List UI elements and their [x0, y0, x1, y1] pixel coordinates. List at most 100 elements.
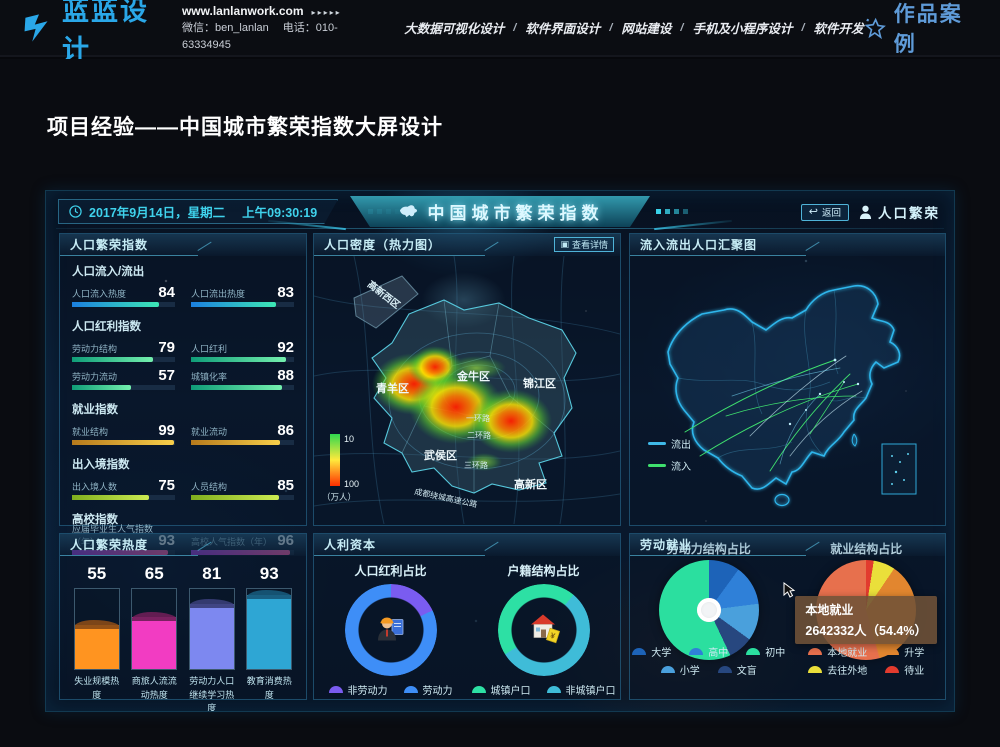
- tank-chart: 65 商旅人流流动热度: [128, 562, 180, 712]
- heat-legend: 10 100 （万人）: [322, 434, 359, 502]
- tank-value: 81: [186, 564, 238, 584]
- chart-title: 户籍结构占比: [467, 562, 620, 579]
- metric-value: 99: [158, 423, 175, 438]
- metric-label: 城镇化率: [191, 370, 227, 383]
- svg-text:100: 100: [344, 479, 359, 489]
- pie-center: [697, 598, 721, 622]
- outflow-swatch: [648, 442, 666, 445]
- decor-dots-right: [656, 209, 688, 214]
- metric-label: 人员结构: [191, 480, 227, 493]
- metric: 人员结构 85: [191, 476, 294, 500]
- portfolio-cases-button[interactable]: 作品案例: [864, 0, 976, 58]
- metric: 就业结构 99: [72, 421, 175, 445]
- metric-value: 84: [158, 285, 175, 300]
- tank-value: 65: [128, 564, 180, 584]
- progress-bar: [72, 385, 175, 390]
- tooltip-value: 2642332人（54.4%）: [805, 620, 927, 639]
- tank-chart: 55 失业规模热度: [71, 562, 123, 712]
- datetime-box: 2017年9月14日，星期二 上午09:30:19: [58, 199, 338, 224]
- metric-value: 83: [277, 285, 294, 300]
- progress-bar: [191, 495, 294, 500]
- labor-legend: 大学 高中 初中 小学 文盲: [630, 644, 788, 677]
- dashboard-title: 中国城市繁荣指数: [428, 199, 604, 224]
- tank-value: 55: [71, 564, 123, 584]
- metric-value: 85: [277, 478, 294, 493]
- page-body: 项目经验——中国城市繁荣指数大屏设计 2017年9月14日，星期二 上午09:3…: [0, 59, 1000, 747]
- donut-chart-dividend: 人口红利占比 非劳动力 劳动力: [314, 556, 467, 701]
- svg-text:武侯区: 武侯区: [424, 448, 457, 462]
- view-details-button[interactable]: ▣ 查看详情: [554, 237, 614, 252]
- progress-bar: [72, 357, 175, 362]
- tank-label: 失业规模热度: [71, 675, 123, 702]
- metric-label: 就业结构: [72, 425, 108, 438]
- panel-human-capital: 人利资本 人口红利占比: [313, 533, 621, 700]
- inflow-swatch: [648, 464, 666, 467]
- nav-separator: /: [801, 22, 804, 34]
- section-title: 就业指数: [72, 401, 294, 417]
- panel-flow-map: 流入流出人口汇聚图: [629, 233, 946, 526]
- progress-bar: [191, 302, 294, 307]
- nav-item-mobile[interactable]: 手机及小程序设计: [692, 18, 792, 37]
- heatmap-container: 青羊区 金牛区 锦江区 武侯区 高新区 高新西区 一环路 二环路 三环路 成都绕…: [314, 256, 620, 525]
- inflow-label: 流入: [671, 458, 691, 473]
- panel-prosperity-index: 人口繁荣指数 人口流入/流出 人口流入热度84 人口流出热度83 人口红利指数: [59, 233, 307, 526]
- progress-bar: [72, 495, 175, 500]
- cursor-icon: [783, 582, 797, 598]
- progress-bar: [191, 357, 294, 362]
- dashboard: 2017年9月14日，星期二 上午09:30:19 中国城市繁荣指数 ↩ 返回: [45, 190, 955, 712]
- plaque-wing-right: [654, 220, 732, 230]
- svg-text:10: 10: [344, 434, 354, 444]
- metric: 劳动力流动57: [72, 366, 175, 390]
- svg-text:二环路: 二环路: [467, 430, 491, 440]
- house-icon: ¥: [526, 611, 562, 650]
- star-icon: [864, 15, 887, 41]
- worker-icon: [374, 611, 408, 650]
- logo[interactable]: 蓝蓝设计: [22, 0, 166, 67]
- metric: 劳动力结构79: [72, 338, 175, 362]
- tank-label: 商旅人流流动热度: [128, 675, 180, 702]
- back-button[interactable]: ↩ 返回: [801, 204, 849, 221]
- svg-text:一环路: 一环路: [466, 413, 490, 423]
- metric-label: 人口流出热度: [191, 287, 245, 300]
- chengdu-heatmap: 青羊区 金牛区 锦江区 武侯区 高新区 高新西区 一环路 二环路 三环路 成都绕…: [314, 256, 620, 524]
- flow-legend: 流出 流入: [648, 436, 691, 473]
- household-legend: 城镇户口 非城镇户口: [467, 682, 620, 697]
- metric-value: 88: [277, 368, 294, 383]
- nav-item-dev[interactable]: 软件开发: [814, 18, 864, 37]
- progress-bar: [72, 440, 175, 445]
- tank-chart: 81 劳动力人口继续学习热度: [186, 562, 238, 712]
- nav-item-website[interactable]: 网站建设: [621, 18, 671, 37]
- nav-item-bigdata[interactable]: 大数据可视化设计: [404, 18, 504, 37]
- nav-separator: /: [609, 22, 612, 34]
- nav-item-software-ui[interactable]: 软件界面设计: [525, 18, 600, 37]
- user-icon: [859, 205, 872, 220]
- donut-chart-household: 户籍结构占比 ¥ 城镇户口 非城镇户口: [467, 556, 620, 701]
- metric-value: 75: [158, 478, 175, 493]
- wechat-label: 微信：ben_lanlan: [182, 22, 269, 34]
- site-header: 蓝蓝设计 www.lanlanwork.com▸▸▸▸▸ 微信：ben_lanl…: [0, 0, 1000, 57]
- tank-value: 93: [243, 564, 295, 584]
- metric: 出入境人数 75: [72, 476, 175, 500]
- metric-label: 出入境人数: [72, 480, 117, 493]
- metric: 就业流动86: [191, 421, 294, 445]
- details-label: 查看详情: [572, 238, 608, 251]
- panel-title: 人利资本: [314, 534, 620, 556]
- hainan-island: [775, 495, 789, 506]
- taiwan-island: [852, 434, 857, 446]
- section-title: 人口红利指数: [72, 318, 294, 334]
- back-arrow-icon: ↩: [809, 207, 818, 218]
- svg-text:青羊区: 青羊区: [376, 381, 409, 395]
- back-label: 返回: [822, 205, 841, 219]
- website-url[interactable]: www.lanlanwork.com: [182, 4, 304, 18]
- panel-title: 人口繁荣指数: [60, 234, 306, 256]
- dividend-legend: 非劳动力 劳动力: [314, 682, 467, 697]
- dashboard-title-plaque: 中国城市繁荣指数: [350, 196, 650, 227]
- progress-bar: [191, 385, 294, 390]
- metric-value: 57: [158, 368, 175, 383]
- tank-label: 劳动力人口: [186, 675, 238, 689]
- progress-bar: [72, 302, 175, 307]
- metric-value: 92: [277, 340, 294, 355]
- metric: 城镇化率 88: [191, 366, 294, 390]
- metric-label: 劳动力结构: [72, 342, 117, 355]
- panel-prosperity-heat: 人口繁荣热度 55 失业规模热度 65 商旅人流流动热度 81 劳动力人口继续学…: [59, 533, 307, 700]
